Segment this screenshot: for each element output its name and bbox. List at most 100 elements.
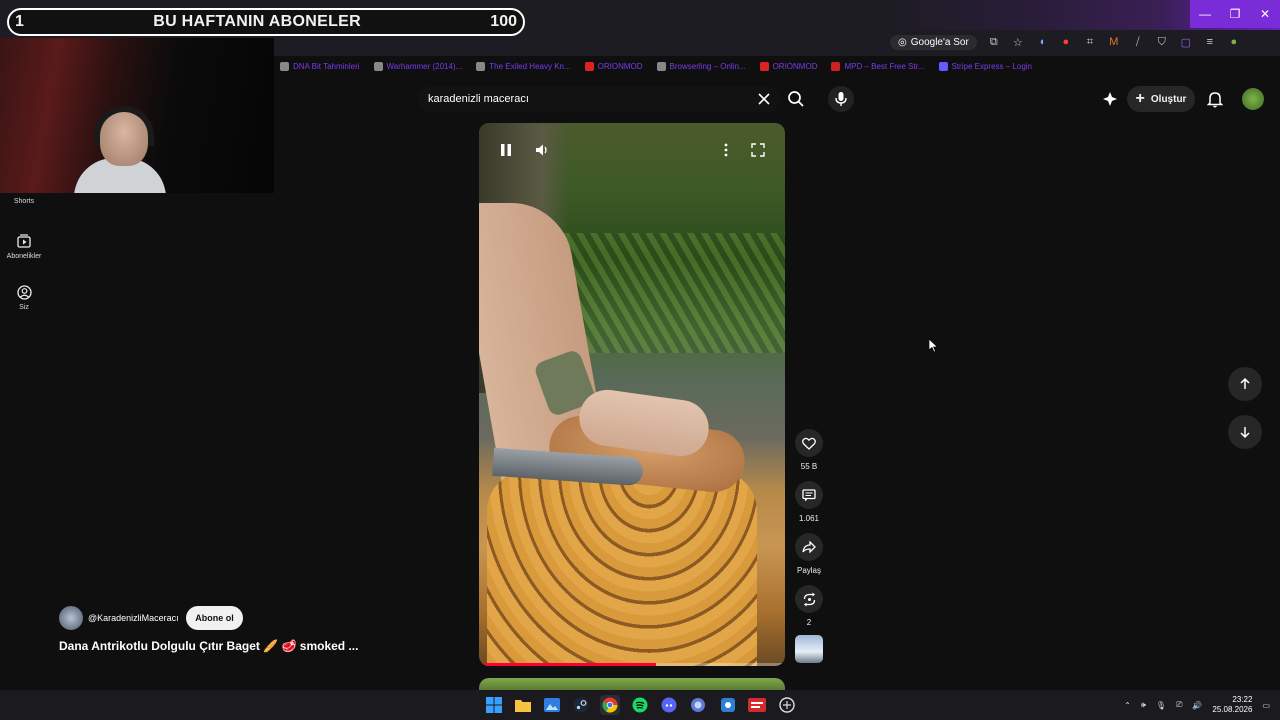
reading-list-icon[interactable]: ≡ — [1203, 35, 1217, 49]
like-count: 55 B — [800, 462, 818, 471]
extension-shield-icon[interactable]: ⛉ — [1155, 35, 1169, 49]
extension-m-icon[interactable]: M — [1107, 35, 1121, 49]
voice-search-button[interactable] — [828, 86, 854, 112]
bookmark-item[interactable]: Stripe Express – Login — [938, 61, 1032, 71]
file-explorer-icon[interactable] — [513, 695, 533, 715]
pause-icon[interactable] — [497, 141, 515, 159]
ticker-count: 100 — [490, 13, 517, 30]
bookmark-label: Browserling – Onlin... — [669, 61, 746, 71]
comments-button[interactable] — [795, 481, 823, 509]
share-button[interactable] — [795, 533, 823, 561]
volume-icon[interactable] — [533, 141, 551, 159]
app-settings-icon[interactable] — [718, 695, 738, 715]
bookmark-star-icon[interactable]: ☆ — [1011, 35, 1025, 49]
bookmark-item[interactable]: Warhammer (2014)... — [373, 61, 462, 71]
google-lens-icon: ◎ — [898, 36, 907, 48]
ask-google-label: Google'a Sor — [910, 36, 969, 48]
speaker-icon[interactable]: 🕪 — [1141, 700, 1146, 710]
bookmark-item[interactable]: ORIONMOD — [759, 61, 818, 71]
sidebar-item-you[interactable]: Siz — [0, 284, 48, 311]
arrow-down-icon — [1240, 427, 1250, 439]
next-short-preview[interactable] — [479, 678, 785, 690]
clock-date: 25.08.2026 — [1212, 705, 1253, 714]
sidebar-item-subscriptions[interactable]: Abonelikler — [0, 233, 48, 260]
sidebar-item-label: Abonelikler — [6, 253, 42, 260]
account-avatar[interactable] — [1242, 88, 1264, 110]
comment-count: 1.061 — [798, 514, 820, 523]
like-button[interactable] — [795, 429, 823, 457]
system-tray: ⌃ 🕪 🎙 ⎚ 🔊 23:22 25.08.2026 ▭ — [1124, 693, 1270, 717]
previous-short-button[interactable] — [1228, 367, 1262, 401]
extension-wave-icon[interactable]: ◖ — [1035, 35, 1049, 49]
app-circle-icon[interactable] — [777, 695, 797, 715]
search-icon[interactable] — [786, 89, 806, 109]
bookmarks-bar: DNA Bit Tahminleri Warhammer (2014)... T… — [280, 58, 1032, 74]
steam-icon[interactable] — [571, 695, 591, 715]
close-window-icon[interactable]: ✕ — [1250, 0, 1280, 28]
subscriptions-icon — [16, 233, 32, 249]
extension-grid-icon[interactable]: ⌗ — [1083, 35, 1097, 49]
spotify-icon[interactable] — [630, 695, 650, 715]
clock[interactable]: 23:22 25.08.2026 — [1212, 695, 1252, 715]
bookmark-label: MPD – Best Free Str... — [844, 61, 925, 71]
video-progress-bar[interactable] — [479, 663, 785, 666]
bookmark-item[interactable]: Browserling – Onlin... — [656, 61, 746, 71]
bookmark-label: ORIONMOD — [597, 61, 643, 71]
channel-name[interactable]: @KaradenizliMaceracı — [88, 613, 179, 623]
chrome-icon[interactable] — [600, 695, 620, 715]
more-options-icon[interactable] — [717, 141, 735, 159]
install-app-icon[interactable]: ⧉ — [987, 35, 1001, 49]
channel-avatar[interactable] — [59, 606, 83, 630]
search-input[interactable]: karadenizli maceracı — [418, 86, 780, 112]
minimize-icon[interactable]: — — [1190, 0, 1220, 28]
discord-icon[interactable] — [659, 695, 679, 715]
clear-search-icon[interactable] — [756, 91, 772, 107]
ask-google-button[interactable]: ◎ Google'a Sor — [890, 34, 977, 50]
extension-purple-icon[interactable]: ▢ — [1179, 35, 1193, 49]
next-short-button[interactable] — [1228, 415, 1262, 449]
short-video-player[interactable] — [479, 123, 785, 666]
video-progress-fill — [479, 663, 657, 666]
bookmark-favicon — [280, 61, 289, 71]
extension-red-icon[interactable]: ● — [1059, 35, 1073, 49]
mouse-cursor-icon — [928, 338, 939, 353]
remix-button[interactable] — [795, 585, 823, 613]
gemini-sparkle-icon[interactable] — [1101, 90, 1119, 108]
microphone-icon[interactable]: 🎙 — [1156, 701, 1166, 710]
photos-icon[interactable] — [542, 695, 562, 715]
sidebar-item-label: Siz — [19, 304, 29, 311]
bookmark-item[interactable]: MPD – Best Free Str... — [831, 61, 925, 71]
extension-slash-icon[interactable]: ⧸ — [1131, 35, 1145, 49]
app-red-icon[interactable] — [747, 695, 767, 715]
bookmark-item[interactable]: DNA Bit Tahminleri — [280, 61, 360, 71]
bookmark-favicon — [656, 61, 666, 71]
restore-icon[interactable]: ❐ — [1220, 0, 1250, 28]
create-button[interactable]: + Oluştur — [1127, 86, 1195, 112]
ticker-title: BU HAFTANIN ABONELER — [153, 13, 361, 30]
windows-start-icon[interactable] — [484, 695, 504, 715]
sidebar-item-shorts[interactable]: Shorts — [0, 198, 48, 205]
window-controls: — ❐ ✕ — [1190, 0, 1280, 28]
fullscreen-icon[interactable] — [749, 141, 767, 159]
bookmark-item[interactable]: ORIONMOD — [584, 61, 643, 71]
display-icon[interactable]: ⎚ — [1176, 700, 1182, 710]
subscribe-button[interactable]: Abone ol — [186, 606, 243, 630]
clock-time: 23:22 — [1232, 695, 1253, 704]
profile-icon[interactable]: ● — [1227, 35, 1241, 49]
sound-thumbnail[interactable] — [795, 635, 823, 663]
notification-icon[interactable]: ▭ — [1262, 701, 1270, 710]
short-title[interactable]: Dana Antrikotlu Dolgulu Çıtır Baget 🥖 🥩 … — [59, 639, 358, 653]
notifications-bell-icon[interactable] — [1206, 90, 1224, 108]
create-label: Oluştur — [1150, 93, 1187, 105]
bookmark-item[interactable]: The Exiled Heavy Kn... — [476, 61, 571, 71]
share-label: Paylaş — [796, 566, 821, 575]
ticker-rank: 1 — [15, 13, 24, 30]
app-blue-icon[interactable] — [688, 695, 708, 715]
bookmark-label: ORIONMOD — [772, 61, 818, 71]
mic-icon — [835, 92, 847, 106]
bookmark-favicon — [584, 61, 594, 71]
remix-count: 2 — [806, 618, 812, 627]
chevron-up-icon[interactable]: ⌃ — [1124, 701, 1131, 710]
volume-icon[interactable]: 🔊 — [1192, 701, 1202, 710]
heart-icon — [802, 437, 816, 450]
